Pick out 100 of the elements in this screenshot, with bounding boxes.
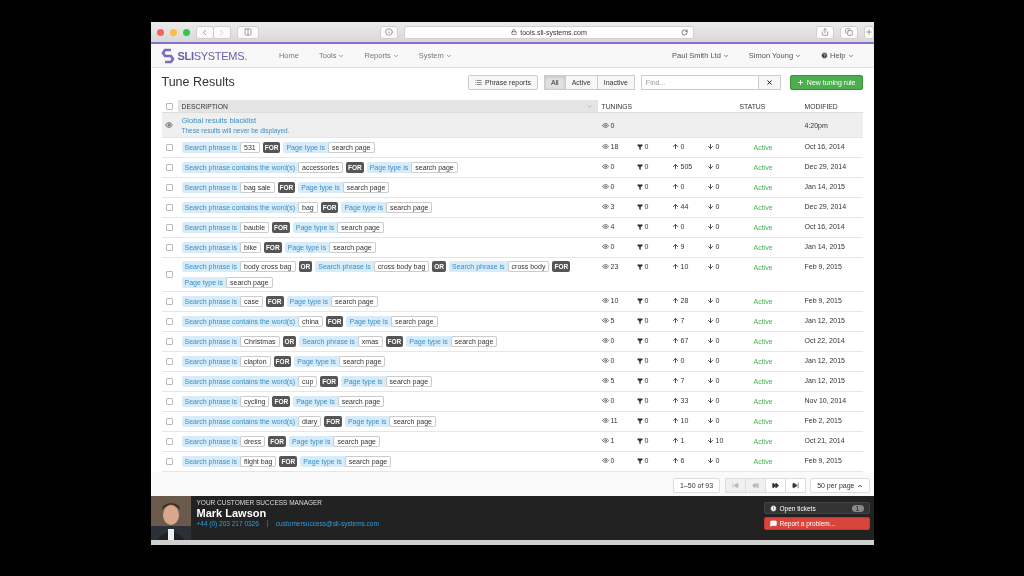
row-checkbox[interactable] (165, 378, 173, 385)
tabs-button[interactable] (839, 25, 858, 39)
arrow-up-icon (671, 183, 679, 190)
info-button[interactable] (380, 25, 398, 39)
filter-icon (636, 417, 643, 424)
eye-icon (601, 357, 609, 364)
row-checkbox[interactable] (165, 358, 173, 365)
row-checkbox[interactable] (165, 164, 173, 171)
caret-icon (795, 52, 802, 59)
share-icon (820, 28, 829, 36)
arrow-down-icon (706, 317, 714, 324)
arrow-up-icon (671, 143, 679, 150)
arrow-up-icon (671, 263, 679, 270)
reload-icon[interactable] (681, 28, 688, 36)
sidebar-button[interactable] (236, 25, 259, 39)
page-title: Tune Results (161, 75, 236, 89)
last-page-button[interactable] (785, 478, 807, 493)
maximize-icon[interactable] (182, 28, 190, 36)
arrow-down-icon (706, 377, 714, 384)
close-icon (765, 78, 773, 86)
eye-icon (601, 163, 609, 170)
minimize-icon[interactable] (169, 28, 177, 36)
new-tab-button[interactable] (863, 25, 874, 39)
row-checkbox[interactable] (165, 318, 173, 325)
arrow-up-icon (671, 397, 679, 404)
help-icon (821, 52, 829, 59)
eye-icon (164, 121, 173, 129)
arrow-up-icon (671, 203, 679, 210)
eye-icon (601, 121, 609, 129)
arrow-down-icon (706, 417, 714, 424)
chevron-left-icon (200, 27, 209, 37)
arrow-up-icon (671, 337, 679, 344)
row-checkbox[interactable] (165, 418, 173, 425)
filter-icon (636, 377, 643, 384)
caret-icon (856, 482, 863, 489)
caret-icon (847, 52, 854, 59)
caret-icon[interactable] (585, 102, 593, 110)
filter-icon (636, 297, 643, 304)
eye-icon (601, 417, 609, 424)
filter-icon (636, 263, 643, 270)
row-checkbox[interactable] (165, 338, 173, 345)
arrow-down-icon (706, 263, 714, 270)
filter-icon (636, 317, 643, 324)
eye-icon (601, 397, 609, 404)
arrow-down-icon (706, 203, 714, 210)
logo-text: SLISYSTEMS. (177, 49, 247, 62)
arrow-down-icon (706, 297, 714, 304)
alert-icon (769, 504, 777, 512)
select-all-checkbox[interactable] (165, 102, 173, 110)
forward-button[interactable] (212, 25, 231, 39)
eye-icon (601, 317, 609, 324)
arrow-down-icon (706, 243, 714, 250)
row-checkbox[interactable] (165, 438, 173, 445)
arrow-down-icon (706, 457, 714, 464)
skip-icon (772, 482, 780, 489)
arrow-up-icon (671, 357, 679, 364)
filter-icon (636, 437, 643, 444)
row-checkbox[interactable] (165, 298, 173, 305)
row-checkbox[interactable] (165, 458, 173, 465)
arrow-up-icon (671, 377, 679, 384)
arrow-up-icon (671, 457, 679, 464)
row-checkbox[interactable] (165, 224, 173, 231)
skip-icon (732, 482, 740, 489)
arrow-up-icon (671, 297, 679, 304)
arrow-up-icon (671, 163, 679, 170)
row-checkbox[interactable] (165, 271, 173, 278)
clear-button[interactable] (758, 74, 781, 90)
logo-icon (160, 47, 175, 64)
filter-icon (636, 337, 643, 344)
close-icon[interactable] (156, 28, 164, 36)
next-page-button[interactable] (765, 478, 787, 493)
filter-icon (636, 203, 643, 210)
arrow-down-icon (706, 437, 714, 444)
filter-icon (636, 223, 643, 230)
arrow-up-icon (671, 437, 679, 444)
back-button[interactable] (195, 25, 214, 39)
plus-icon (864, 28, 873, 36)
filter-icon (636, 163, 643, 170)
eye-icon (601, 263, 609, 270)
skip-icon (752, 482, 760, 489)
row-checkbox[interactable] (165, 204, 173, 211)
filter-icon (636, 243, 643, 250)
list-icon (474, 78, 482, 86)
caret-icon (392, 52, 399, 59)
skip-icon (792, 482, 800, 489)
eye-icon (601, 437, 609, 444)
row-checkbox[interactable] (165, 184, 173, 191)
chevron-right-icon (217, 27, 226, 37)
filter-icon (636, 143, 643, 150)
arrow-down-icon (706, 163, 714, 170)
share-button[interactable] (815, 25, 834, 39)
arrow-down-icon (706, 183, 714, 190)
row-checkbox[interactable] (165, 144, 173, 151)
row-checkbox[interactable] (165, 244, 173, 251)
arrow-up-icon (671, 223, 679, 230)
filter-icon (636, 457, 643, 464)
filter-icon (636, 397, 643, 404)
caret-icon (722, 52, 729, 59)
caret-icon (338, 52, 345, 59)
row-checkbox[interactable] (165, 398, 173, 405)
